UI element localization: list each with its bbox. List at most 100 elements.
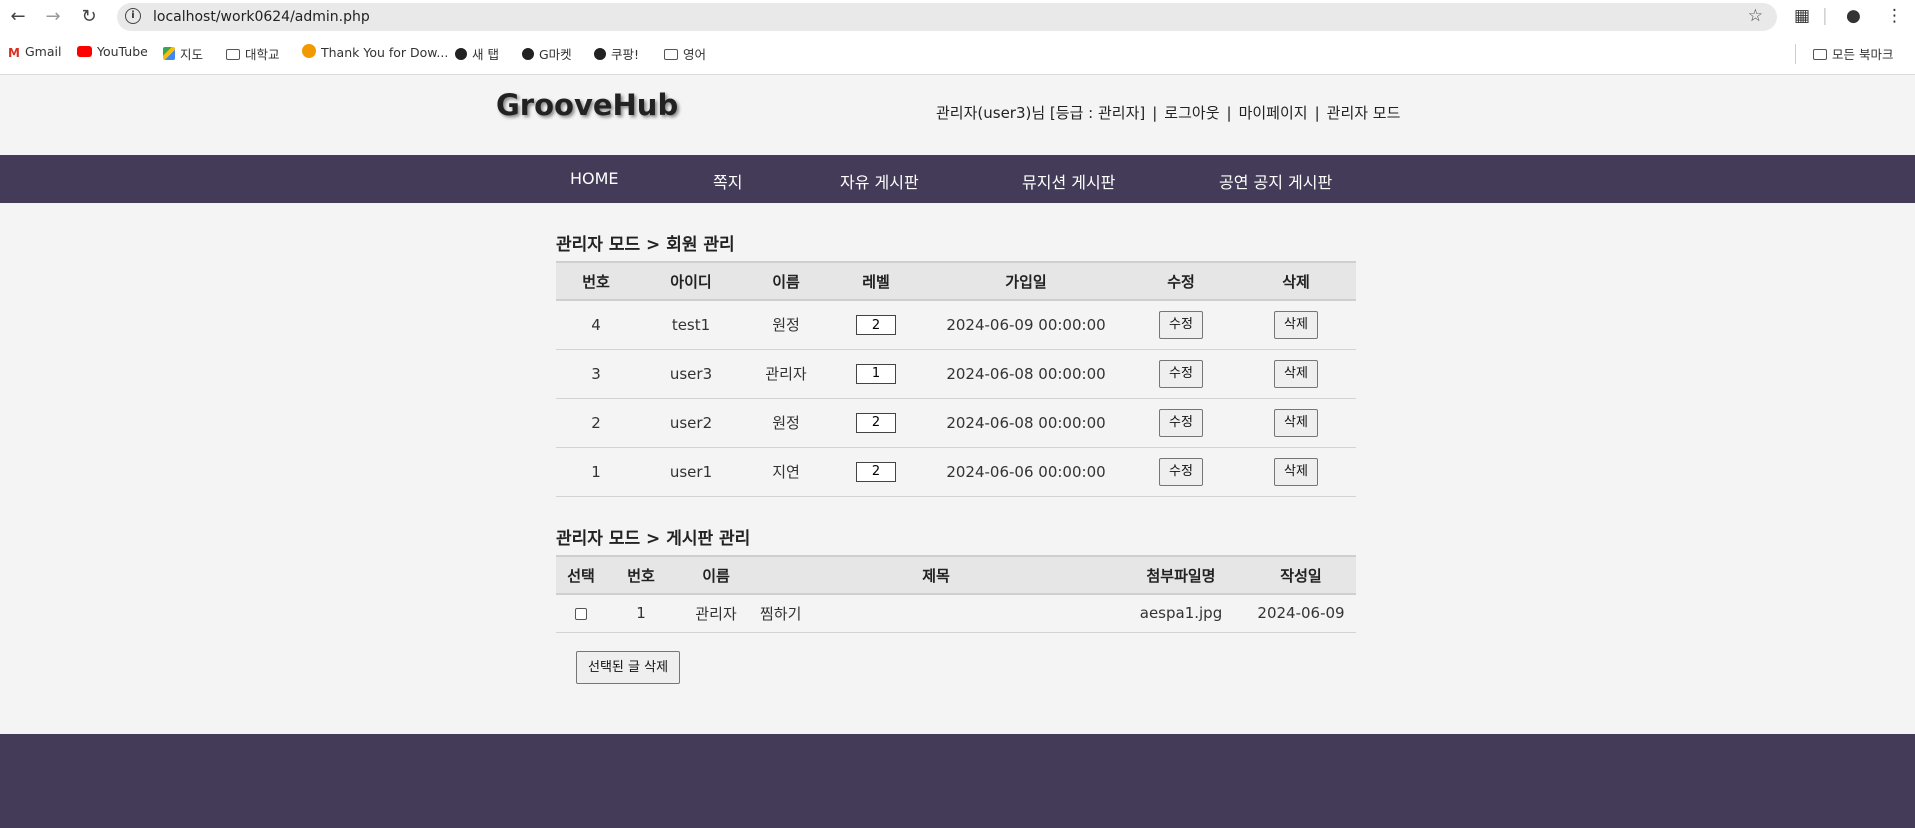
bookmark-maps[interactable]: 지도 — [163, 44, 203, 63]
mypage-link[interactable]: 마이페이지 — [1239, 102, 1308, 123]
member-no: 4 — [556, 300, 636, 350]
bookmark-gmail[interactable]: M Gmail — [8, 44, 61, 60]
edit-button[interactable]: 수정 — [1159, 457, 1203, 486]
member-id: user1 — [636, 447, 746, 497]
ef-icon — [302, 44, 316, 58]
bookmark-coupang[interactable]: 쿠팡! — [594, 44, 639, 63]
table-row: 3 user3 관리자 2024-06-08 00:00:00 수정 삭제 — [556, 349, 1356, 399]
col-no: 번호 — [606, 555, 676, 595]
separator: | — [1152, 104, 1158, 122]
bookmark-youtube[interactable]: YouTube — [77, 44, 148, 59]
delete-button[interactable]: 삭제 — [1274, 457, 1318, 486]
bookmarks-divider — [1795, 44, 1796, 64]
admin-mode-link[interactable]: 관리자 모드 — [1327, 102, 1401, 123]
member-name: 원정 — [746, 300, 826, 350]
youtube-icon — [77, 46, 92, 57]
address-url[interactable]: localhost/work0624/admin.php — [153, 9, 370, 25]
level-input[interactable] — [856, 363, 896, 384]
back-icon[interactable]: ← — [7, 6, 29, 28]
table-row: 4 test1 원정 2024-06-09 00:00:00 수정 삭제 — [556, 300, 1356, 350]
profile-icon[interactable]: ● — [1846, 6, 1861, 26]
delete-button[interactable]: 삭제 — [1274, 310, 1318, 339]
user-nav: 관리자(user3)님 [등급 : 관리자] | 로그아웃 | 마이페이지 | 관리자 모드 — [936, 102, 1400, 123]
col-date: 작성일 — [1246, 555, 1356, 595]
member-joined: 2024-06-08 00:00:00 — [926, 398, 1126, 448]
delete-selected-button[interactable]: 선택된 글 삭제 — [576, 651, 681, 684]
col-no: 번호 — [556, 261, 636, 301]
bookmarks-bar: M Gmail YouTube 지도 대학교 Thank You for Dow.… — [0, 34, 1915, 75]
bookmark-folder-english[interactable]: 영어 — [664, 44, 706, 63]
member-table: 번호 아이디 이름 레벨 가입일 수정 삭제 4 test1 원정 2024-0… — [556, 261, 1356, 497]
board-section-title: 관리자 모드 > 게시판 관리 — [556, 529, 751, 549]
edit-button[interactable]: 수정 — [1159, 408, 1203, 437]
site-logo[interactable]: GrooveHub — [496, 88, 678, 122]
logout-link[interactable]: 로그아웃 — [1164, 102, 1219, 123]
delete-button[interactable]: 삭제 — [1274, 359, 1318, 388]
board-table-header: 선택 번호 이름 제목 첨부파일명 작성일 — [556, 555, 1356, 595]
post-date: 2024-06-09 — [1246, 594, 1356, 633]
select-checkbox[interactable] — [575, 607, 587, 620]
level-input[interactable] — [856, 412, 896, 433]
extensions-icon[interactable]: ▦ — [1794, 6, 1810, 26]
post-subject[interactable]: 찜하기 — [756, 594, 1116, 633]
reload-icon[interactable]: ↻ — [78, 6, 100, 28]
site-footer — [0, 734, 1915, 828]
toolbar-divider: | — [1822, 6, 1828, 26]
post-author: 관리자 — [676, 594, 756, 633]
member-id: user3 — [636, 349, 746, 399]
folder-icon — [226, 49, 240, 60]
nav-concert-board[interactable]: 공연 공지 게시판 — [1219, 169, 1332, 193]
bookmark-new-tab[interactable]: 새 탭 — [455, 44, 499, 63]
bookmark-gmarket[interactable]: G마켓 — [522, 44, 572, 63]
col-file: 첨부파일명 — [1116, 555, 1246, 595]
level-input[interactable] — [856, 315, 896, 335]
address-bar[interactable]: i localhost/work0624/admin.php ☆ — [117, 3, 1777, 31]
member-name: 관리자 — [746, 349, 826, 399]
col-name: 이름 — [746, 261, 826, 301]
gmail-icon: M — [8, 46, 20, 60]
member-no: 1 — [556, 447, 636, 497]
nav-messages[interactable]: 쪽지 — [713, 169, 742, 193]
member-section-title: 관리자 모드 > 회원 관리 — [556, 235, 735, 255]
user-info: 관리자(user3)님 [등급 : 관리자] — [936, 104, 1146, 122]
col-edit: 수정 — [1126, 261, 1236, 301]
member-id: test1 — [636, 300, 746, 350]
member-id: user2 — [636, 398, 746, 448]
member-no: 2 — [556, 398, 636, 448]
col-select: 선택 — [556, 555, 606, 595]
post-no: 1 — [606, 594, 676, 633]
separator: | — [1314, 104, 1320, 122]
post-file: aespa1.jpg — [1116, 594, 1246, 633]
table-row: 1 관리자 찜하기 aespa1.jpg 2024-06-09 — [556, 594, 1356, 633]
maps-icon — [163, 47, 175, 60]
level-input[interactable] — [856, 461, 896, 482]
forward-icon[interactable]: → — [42, 6, 64, 28]
site-info-icon[interactable]: i — [125, 8, 141, 24]
bookmark-folder-university[interactable]: 대학교 — [226, 44, 280, 63]
separator: | — [1226, 104, 1232, 122]
member-name: 지연 — [746, 447, 826, 497]
col-level: 레벨 — [826, 261, 926, 301]
nav-musician-board[interactable]: 뮤지션 게시판 — [1022, 169, 1115, 193]
edit-button[interactable]: 수정 — [1159, 310, 1203, 339]
col-subject: 제목 — [756, 555, 1116, 595]
browser-toolbar: ← → ↻ i localhost/work0624/admin.php ☆ ▦… — [0, 0, 1915, 34]
bookmark-star-icon[interactable]: ☆ — [1748, 6, 1763, 26]
member-joined: 2024-06-09 00:00:00 — [926, 300, 1126, 350]
globe-icon — [594, 48, 606, 60]
nav-free-board[interactable]: 자유 게시판 — [840, 169, 919, 193]
member-joined: 2024-06-08 00:00:00 — [926, 349, 1126, 399]
menu-icon[interactable]: ⋮ — [1886, 6, 1903, 26]
table-row: 1 user1 지연 2024-06-06 00:00:00 수정 삭제 — [556, 447, 1356, 497]
col-delete: 삭제 — [1236, 261, 1356, 301]
nav-home[interactable]: HOME — [570, 169, 619, 188]
board-table: 선택 번호 이름 제목 첨부파일명 작성일 1 관리자 찜하기 aespa1.j… — [556, 555, 1356, 633]
main-nav: HOME 쪽지 자유 게시판 뮤지션 게시판 공연 공지 게시판 — [0, 155, 1915, 203]
bookmark-all-folder[interactable]: 모든 북마크 — [1813, 44, 1893, 63]
edit-button[interactable]: 수정 — [1159, 359, 1203, 388]
bookmark-thank-you[interactable]: Thank You for Dow... — [302, 44, 448, 60]
member-joined: 2024-06-06 00:00:00 — [926, 447, 1126, 497]
table-row: 2 user2 원정 2024-06-08 00:00:00 수정 삭제 — [556, 398, 1356, 448]
col-joined: 가입일 — [926, 261, 1126, 301]
delete-button[interactable]: 삭제 — [1274, 408, 1318, 437]
